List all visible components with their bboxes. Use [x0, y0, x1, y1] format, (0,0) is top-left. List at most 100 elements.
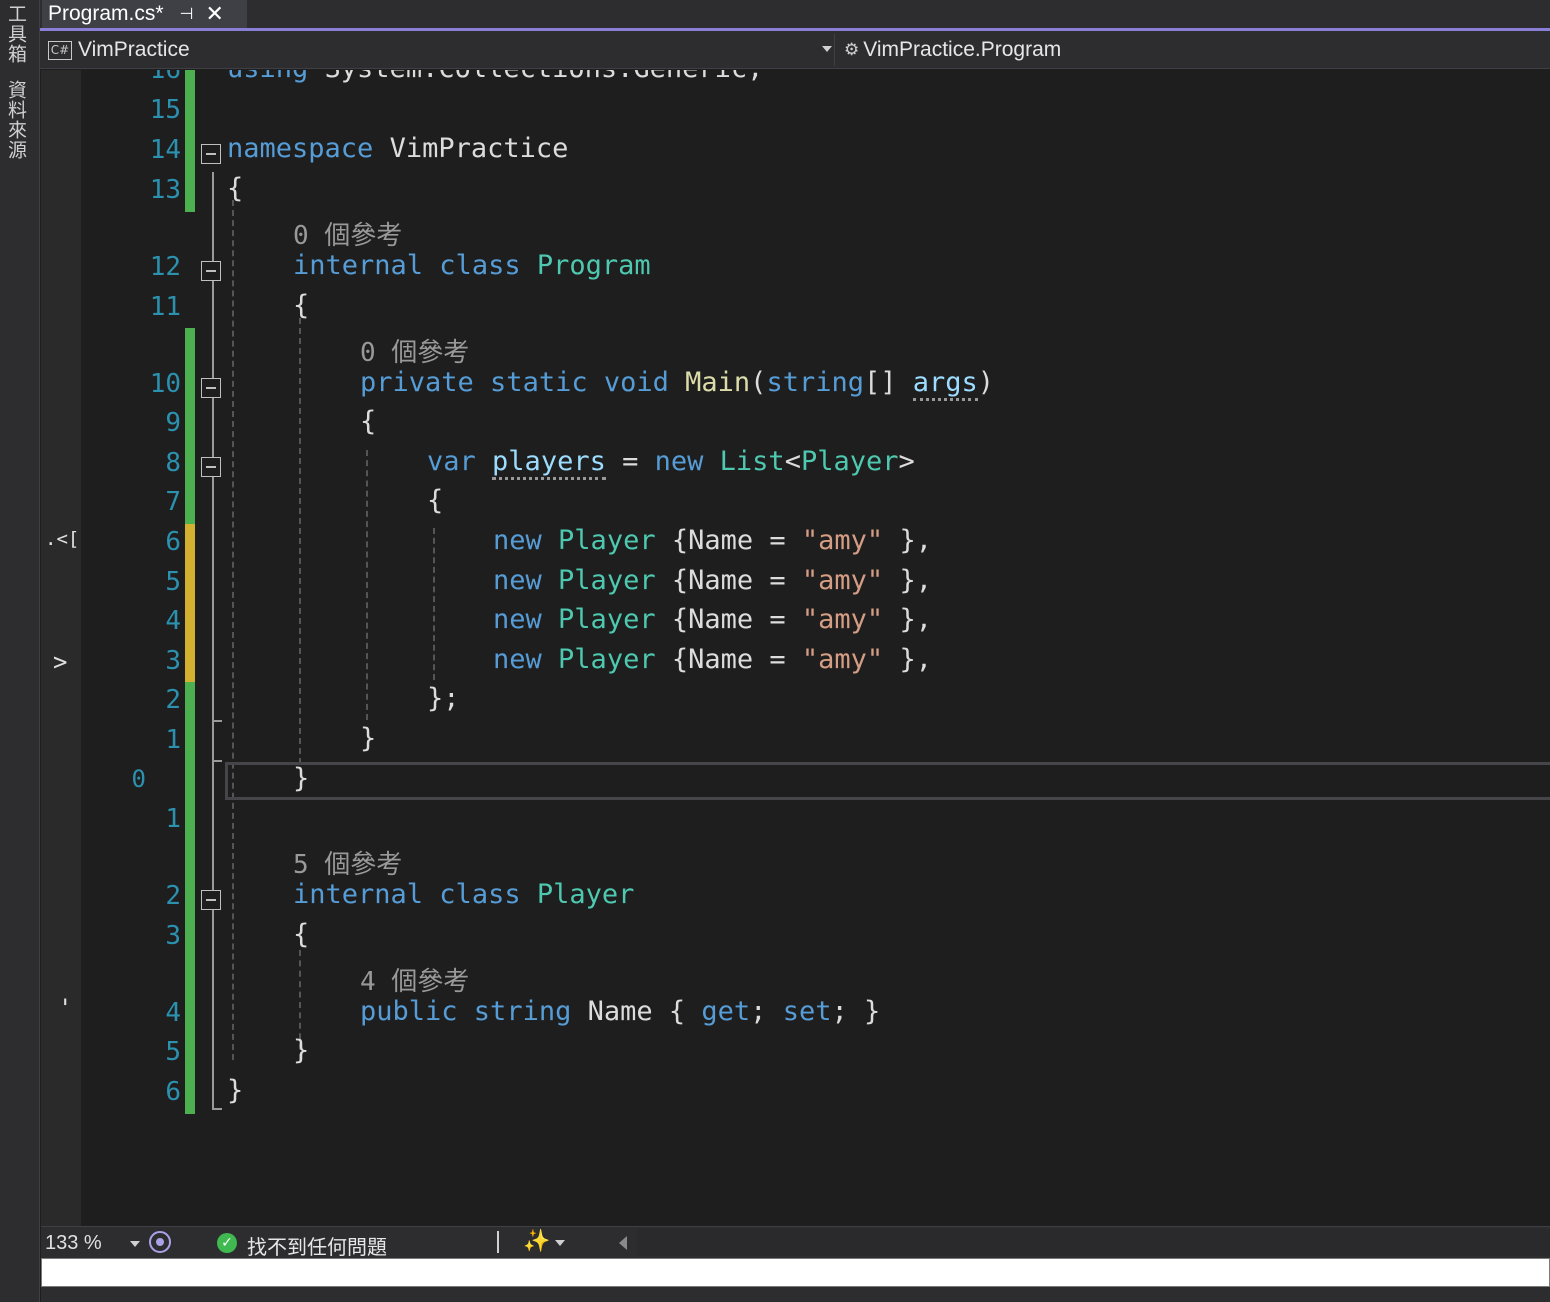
code-line: 1 [81, 801, 1550, 841]
line-number: 3 [165, 921, 181, 951]
codelens-references[interactable]: 4 個參考 [360, 961, 469, 998]
toolbox-tab[interactable]: 工具箱 [3, 4, 30, 64]
code-line: 3 { [81, 918, 1550, 958]
codelens-row: 0 個參考 [81, 211, 1550, 251]
code-line: 13 { [81, 172, 1550, 212]
string-literal: "amy" [801, 604, 884, 635]
vim-command-line[interactable] [41, 1258, 1550, 1287]
line-number: 6 [165, 527, 181, 557]
line-number: 9 [165, 408, 181, 438]
code-line: 4 public string Name { get; set; } [81, 995, 1550, 1035]
change-bar-added [185, 132, 195, 172]
code-text: }; [427, 683, 460, 714]
pin-icon[interactable]: ⊣ [180, 4, 194, 24]
code-text: } [293, 763, 310, 794]
code-text: = [605, 446, 655, 477]
code-line: 10 private static void Main(string[] arg… [81, 366, 1550, 406]
change-bar-added [185, 762, 195, 802]
code-line: 15 [81, 92, 1550, 132]
change-bar-added [185, 1034, 195, 1074]
project-name: VimPractice [78, 38, 190, 61]
change-bar-added [185, 682, 195, 722]
copilot-icon[interactable] [149, 1231, 171, 1253]
keyword: internal [293, 879, 424, 910]
change-bar-modified [185, 603, 195, 643]
type-name: Player [558, 644, 656, 675]
line-number: 2 [165, 685, 181, 715]
keyword: internal [293, 250, 424, 281]
code-line: 9 { [81, 405, 1550, 445]
keyword: private [360, 367, 474, 398]
code-line: 14 namespace VimPractice [81, 132, 1550, 172]
status-divider [497, 1231, 499, 1253]
code-text: } [227, 1075, 244, 1106]
code-text: < [784, 446, 801, 477]
vim-mark-visual-end: > [53, 648, 68, 676]
side-tool-strip: 工具箱 資料來源 [0, 0, 40, 1302]
project-dropdown[interactable]: C# VimPractice [42, 34, 835, 66]
code-text: { [293, 290, 310, 321]
code-cleanup-broom-icon[interactable]: ✨ [523, 1228, 550, 1254]
codelens-references[interactable]: 5 個參考 [293, 844, 402, 881]
line-number: 1 [165, 725, 181, 755]
keyword: static [473, 367, 588, 398]
line-number: 10 [149, 369, 181, 399]
scroll-left-icon[interactable] [619, 1236, 627, 1250]
keyword: public [360, 996, 458, 1027]
parameter-name: args [912, 367, 978, 401]
close-icon[interactable]: ✕ [205, 1, 223, 27]
collapse-class-player-icon[interactable] [201, 890, 221, 910]
line-number: 6 [165, 1077, 181, 1107]
change-bar-added [185, 70, 195, 92]
glyph-margin: .<[ > ' [41, 70, 81, 1226]
issues-status[interactable]: 找不到任何問題 [247, 1231, 387, 1260]
line-number: 5 [165, 1037, 181, 1067]
line-number: 15 [149, 95, 181, 125]
line-number: 4 [165, 998, 181, 1028]
keyword: new [493, 525, 542, 556]
code-text: {Name = [655, 525, 802, 556]
code-text: } [360, 723, 377, 754]
keyword: var [427, 446, 476, 477]
code-line: 16 using System.Collections.Generic; [81, 70, 1550, 92]
code-line: 2 }; [81, 682, 1550, 722]
code-line: 7 { [81, 484, 1550, 524]
type-dropdown[interactable]: ⚙ VimPractice.Program [844, 34, 1544, 66]
code-text: { [427, 485, 444, 516]
code-editor[interactable]: 16 using System.Collections.Generic; 15 … [81, 70, 1550, 1226]
type-name: Player [536, 879, 635, 910]
code-text: System.Collections.Generic; [308, 70, 764, 84]
keyword: new [493, 604, 542, 635]
chevron-down-icon[interactable] [555, 1240, 565, 1246]
change-bar-added [185, 957, 195, 997]
keyword: void [587, 367, 686, 398]
collapse-namespace-icon[interactable] [201, 144, 221, 164]
change-bar-added [185, 801, 195, 841]
line-number: 8 [165, 448, 181, 478]
chevron-down-icon[interactable] [130, 1241, 140, 1247]
collapse-method-main-icon[interactable] [201, 378, 221, 398]
codelens-references[interactable]: 0 個參考 [293, 215, 402, 252]
code-text: [] [863, 367, 913, 398]
current-line-number: 0 [131, 765, 146, 793]
codelens-references[interactable]: 0 個參考 [360, 332, 469, 369]
code-text: } [293, 1035, 310, 1066]
line-number: 2 [165, 881, 181, 911]
horizontal-scrollbar[interactable] [637, 1229, 1550, 1256]
keyword: new [493, 565, 542, 596]
keyword: string [457, 996, 572, 1027]
code-text: }, [883, 565, 932, 596]
line-number: 13 [149, 175, 181, 205]
change-bar-added [185, 1074, 195, 1114]
class-icon: ⚙ [844, 40, 860, 59]
change-bar-added [185, 172, 195, 212]
tab-program-cs[interactable]: Program.cs* ⊣ ✕ [42, 0, 247, 28]
collapse-initializer-icon[interactable] [201, 457, 221, 477]
zoom-level[interactable]: 133 % [45, 1232, 102, 1255]
vim-mark-last-jump: ' [58, 994, 73, 1022]
code-text: Name { [571, 996, 702, 1027]
collapse-class-program-icon[interactable] [201, 261, 221, 281]
chevron-down-icon[interactable] [822, 46, 832, 52]
data-sources-tab[interactable]: 資料來源 [3, 80, 30, 160]
keyword: using [227, 70, 308, 84]
